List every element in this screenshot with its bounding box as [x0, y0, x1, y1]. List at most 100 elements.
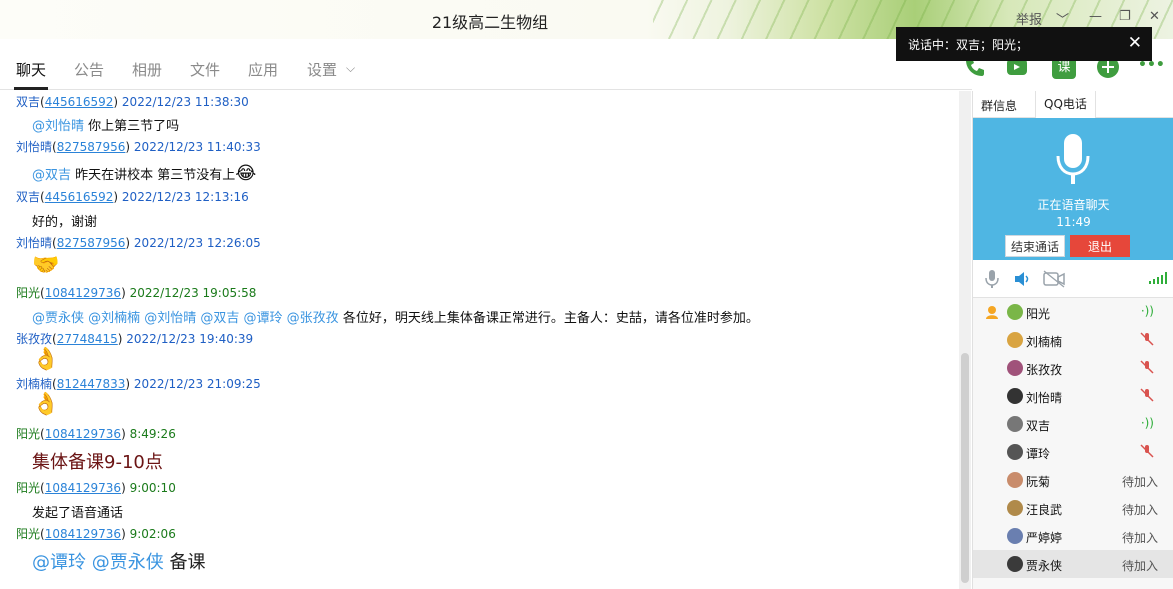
speaking-icon: ·)) — [1140, 416, 1154, 430]
close-window-icon[interactable]: ✕ — [1149, 9, 1160, 24]
sender-name[interactable]: 双吉 — [16, 95, 40, 109]
member-row[interactable]: 严婷婷 待加入 — [973, 522, 1173, 550]
call-status: 正在语音聊天 — [1037, 198, 1110, 212]
member-name: 贾永侠 — [1026, 559, 1063, 573]
avatar — [1007, 556, 1023, 572]
member-name: 阳光 — [1026, 307, 1051, 321]
speaker-icon[interactable] — [1013, 270, 1031, 288]
sender-qq-link[interactable]: 1084129736 — [45, 527, 121, 541]
muted-mic-icon — [1140, 388, 1154, 402]
mic-toggle-icon[interactable] — [985, 270, 999, 288]
message-body: @刘怡晴 你上第三节了吗 — [32, 115, 179, 134]
member-list: 阳光 ·)) 刘楠楠 张孜孜 刘怡晴 双吉 ·)) 谭玲 阮菊 待加入 汪良武 … — [973, 298, 1173, 578]
sender-name[interactable]: 刘怡晴 — [16, 236, 52, 250]
member-row[interactable]: 阳光 ·)) — [973, 298, 1173, 326]
sender-name[interactable]: 阳光 — [16, 527, 40, 541]
exit-call-button[interactable]: 退出 — [1070, 235, 1130, 257]
message-time: 8:49:26 — [129, 427, 176, 441]
message-text: 各位好，明天线上集体备课正常进行。主备人：史喆，请各位准时参加。 — [342, 311, 759, 326]
sender-qq-link[interactable]: 827587956 — [57, 236, 126, 250]
member-status: 待加入 — [1121, 503, 1158, 517]
call-timer: 11:49 — [1056, 215, 1091, 229]
sender-qq-link[interactable]: 1084129736 — [45, 286, 121, 300]
sender-qq-link[interactable]: 827587956 — [57, 140, 126, 154]
chat-scrollbar[interactable] — [959, 91, 971, 589]
muted-mic-icon — [1140, 444, 1154, 458]
tab-qq-call[interactable]: QQ电话 — [1035, 91, 1096, 118]
right-panel: 群信息 QQ电话 正在语音聊天 11:49 结束通话 退出 阳光 ·)) 刘楠楠… — [972, 91, 1173, 589]
mention[interactable]: @刘怡晴 — [32, 119, 84, 134]
mention[interactable]: @谭玲 @贾永侠 — [32, 552, 164, 573]
member-row[interactable]: 汪良武 待加入 — [973, 494, 1173, 522]
muted-mic-icon — [1140, 332, 1154, 346]
speaking-toast: 说话中：双吉；阳光； ✕ — [896, 27, 1152, 61]
settings-dropdown-icon[interactable]: ⌵ — [346, 61, 355, 76]
mention[interactable]: @贾永侠 @刘楠楠 @刘怡晴 @双吉 @谭玲 @张孜孜 — [32, 311, 339, 326]
sender-qq-link[interactable]: 1084129736 — [45, 481, 121, 495]
handshake-emoji-icon: 🤝 — [32, 253, 60, 278]
end-call-button[interactable]: 结束通话 — [1005, 235, 1065, 257]
member-status: 待加入 — [1121, 475, 1158, 489]
member-name: 双吉 — [1026, 419, 1051, 433]
tab-announcement[interactable]: 公告 — [74, 59, 104, 80]
tab-chat[interactable]: 聊天 — [13, 59, 49, 90]
collapse-icon[interactable]: ﹀ — [1056, 9, 1069, 28]
lesson-label: 课 — [1057, 60, 1071, 75]
message-body: @谭玲 @贾永侠 备课 — [32, 548, 205, 574]
tab-album[interactable]: 相册 — [132, 59, 162, 80]
sender-name[interactable]: 张孜孜 — [16, 332, 52, 346]
chat-history[interactable]: 双吉(445616592) 2022/12/23 11:38:30 @刘怡晴 你… — [0, 91, 958, 589]
tab-files[interactable]: 文件 — [190, 59, 220, 80]
message-header: 阳光(1084129736) 8:49:26 — [16, 427, 176, 441]
sender-qq-link[interactable]: 445616592 — [45, 95, 114, 109]
message-time: 2022/12/23 11:40:33 — [133, 140, 261, 154]
sender-name[interactable]: 双吉 — [16, 190, 40, 204]
message-time: 2022/12/23 12:26:05 — [133, 236, 261, 250]
minimize-icon[interactable]: — — [1089, 9, 1102, 24]
message-header: 阳光(1084129736) 9:02:06 — [16, 527, 176, 541]
sender-name[interactable]: 阳光 — [16, 286, 40, 300]
speaking-icon: ·)) — [1140, 304, 1154, 318]
sender-qq-link[interactable]: 445616592 — [45, 190, 114, 204]
member-name: 刘楠楠 — [1026, 335, 1063, 349]
muted-mic-icon — [1140, 360, 1154, 374]
sender-qq-link[interactable]: 1084129736 — [45, 427, 121, 441]
report-button[interactable]: 举报 — [1016, 9, 1042, 28]
sender-name[interactable]: 刘怡晴 — [16, 140, 52, 154]
message-time: 2022/12/23 19:40:39 — [126, 332, 254, 346]
message-time: 2022/12/23 11:38:30 — [121, 95, 249, 109]
member-row[interactable]: 刘怡晴 — [973, 382, 1173, 410]
member-row[interactable]: 贾永侠 待加入 — [973, 550, 1173, 578]
sender-name[interactable]: 刘楠楠 — [16, 377, 52, 391]
tab-group-info[interactable]: 群信息 — [981, 97, 1017, 114]
sender-name[interactable]: 阳光 — [16, 481, 40, 495]
member-row[interactable]: 阮菊 待加入 — [973, 466, 1173, 494]
camera-toggle-icon[interactable] — [1043, 270, 1065, 288]
close-toast-icon[interactable]: ✕ — [1128, 33, 1142, 53]
message-text: 好的，谢谢 — [32, 215, 98, 230]
chat-scrollbar-thumb[interactable] — [961, 353, 969, 583]
message-body: @双吉 昨天在讲校本 第三节没有上😂 — [32, 163, 256, 184]
tab-bar: 聊天 公告 相册 文件 应用 设置 ⌵ — [0, 39, 972, 90]
member-name: 谭玲 — [1026, 447, 1051, 461]
restore-icon[interactable]: ❐ — [1119, 9, 1131, 24]
message-time: 2022/12/23 12:13:16 — [121, 190, 249, 204]
sender-qq-link[interactable]: 27748415 — [57, 332, 118, 346]
member-status: 待加入 — [1121, 559, 1158, 573]
sender-name[interactable]: 阳光 — [16, 427, 40, 441]
member-row[interactable]: 张孜孜 — [973, 354, 1173, 382]
member-row[interactable]: 谭玲 — [973, 438, 1173, 466]
sender-qq-link[interactable]: 812447833 — [57, 377, 126, 391]
mention[interactable]: @双吉 — [32, 168, 71, 183]
member-name: 严婷婷 — [1026, 531, 1063, 545]
laughing-emoji-icon: 😂 — [235, 163, 257, 184]
tab-apps[interactable]: 应用 — [248, 59, 278, 80]
member-row[interactable]: 双吉 ·)) — [973, 410, 1173, 438]
member-status: 待加入 — [1121, 531, 1158, 545]
message-text: 发起了语音通话 — [32, 506, 124, 521]
member-row[interactable]: 刘楠楠 — [973, 326, 1173, 354]
member-name: 张孜孜 — [1026, 363, 1063, 377]
ok-hand-emoji-icon: 👌 — [32, 347, 60, 372]
tab-settings[interactable]: 设置 — [307, 59, 337, 80]
message-text: 备课 — [169, 552, 206, 573]
